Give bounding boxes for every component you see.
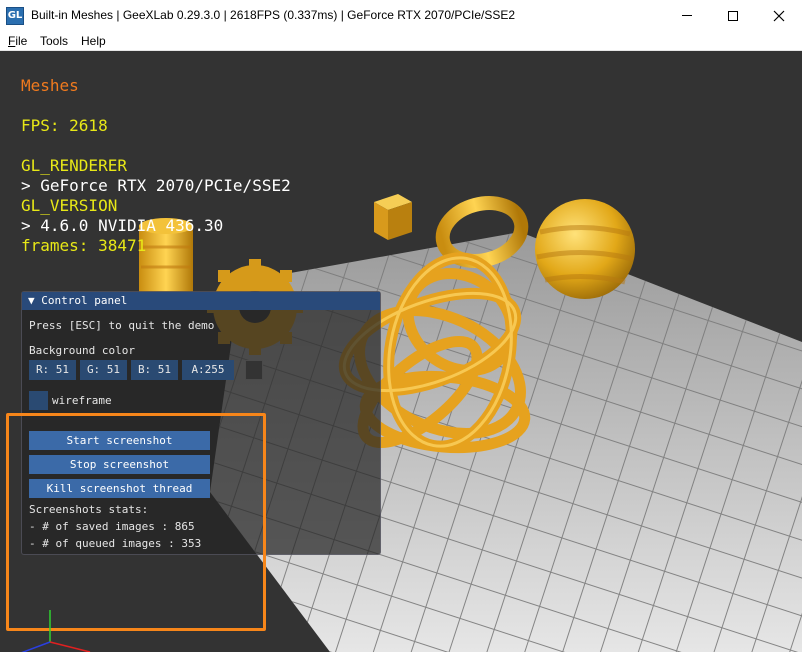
overlay-gl-renderer-label: GL_RENDERER — [21, 156, 127, 175]
minimize-button[interactable] — [664, 0, 710, 31]
maximize-button[interactable] — [710, 0, 756, 31]
minimize-icon — [682, 15, 692, 16]
close-button[interactable] — [756, 0, 802, 31]
green-input[interactable]: G: 51 — [80, 360, 127, 380]
blue-input[interactable]: B: 51 — [131, 360, 178, 380]
app-icon: GL — [6, 7, 24, 25]
alpha-input[interactable]: A:255 — [182, 360, 234, 380]
menu-file[interactable]: File — [8, 34, 27, 48]
queued-images-stat: - # of queued images : 353 — [29, 537, 202, 550]
color-swatch[interactable] — [245, 360, 263, 380]
maximize-icon — [728, 10, 738, 21]
cube-mesh — [374, 194, 412, 240]
control-panel-header[interactable]: ▼ Control panel — [22, 292, 380, 310]
close-icon — [773, 10, 785, 21]
control-panel: ▼ Control panel Press [ESC] to quit the … — [21, 291, 381, 555]
overlay-gl-renderer-value: > GeForce RTX 2070/PCIe/SSE2 — [21, 176, 291, 195]
kill-screenshot-thread-button[interactable]: Kill screenshot thread — [29, 479, 210, 498]
overlay-gl-version-label: GL_VERSION — [21, 196, 118, 215]
start-screenshot-button[interactable]: Start screenshot — [29, 431, 210, 450]
background-color-label: Background color — [29, 344, 135, 357]
menu-tools[interactable]: Tools — [40, 34, 68, 48]
wireframe-checkbox[interactable] — [29, 391, 48, 410]
render-viewport[interactable]: Meshes FPS: 2618 GL_RENDERER > GeForce R… — [0, 52, 802, 652]
menu-bar: File Tools Help — [0, 31, 802, 51]
saved-images-stat: - # of saved images : 865 — [29, 520, 195, 533]
wireframe-label: wireframe — [52, 394, 112, 407]
screenshot-stats-title: Screenshots stats: — [29, 503, 149, 516]
menu-help[interactable]: Help — [81, 34, 106, 48]
axes-gizmo-icon — [21, 610, 91, 652]
esc-hint: Press [ESC] to quit the demo — [29, 319, 215, 332]
window-title: Built-in Meshes | GeeXLab 0.29.3.0 | 261… — [31, 8, 516, 22]
red-input[interactable]: R: 51 — [29, 360, 76, 380]
overlay-gl-version-value: > 4.6.0 NVIDIA 436.30 — [21, 216, 224, 235]
title-bar[interactable]: GL Built-in Meshes | GeeXLab 0.29.3.0 | … — [0, 0, 802, 31]
stop-screenshot-button[interactable]: Stop screenshot — [29, 455, 210, 474]
overlay-fps: FPS: 2618 — [21, 116, 108, 135]
sphere-mesh — [535, 199, 635, 299]
overlay-frames: frames: 38471 — [21, 236, 147, 255]
overlay-title: Meshes — [21, 76, 79, 95]
